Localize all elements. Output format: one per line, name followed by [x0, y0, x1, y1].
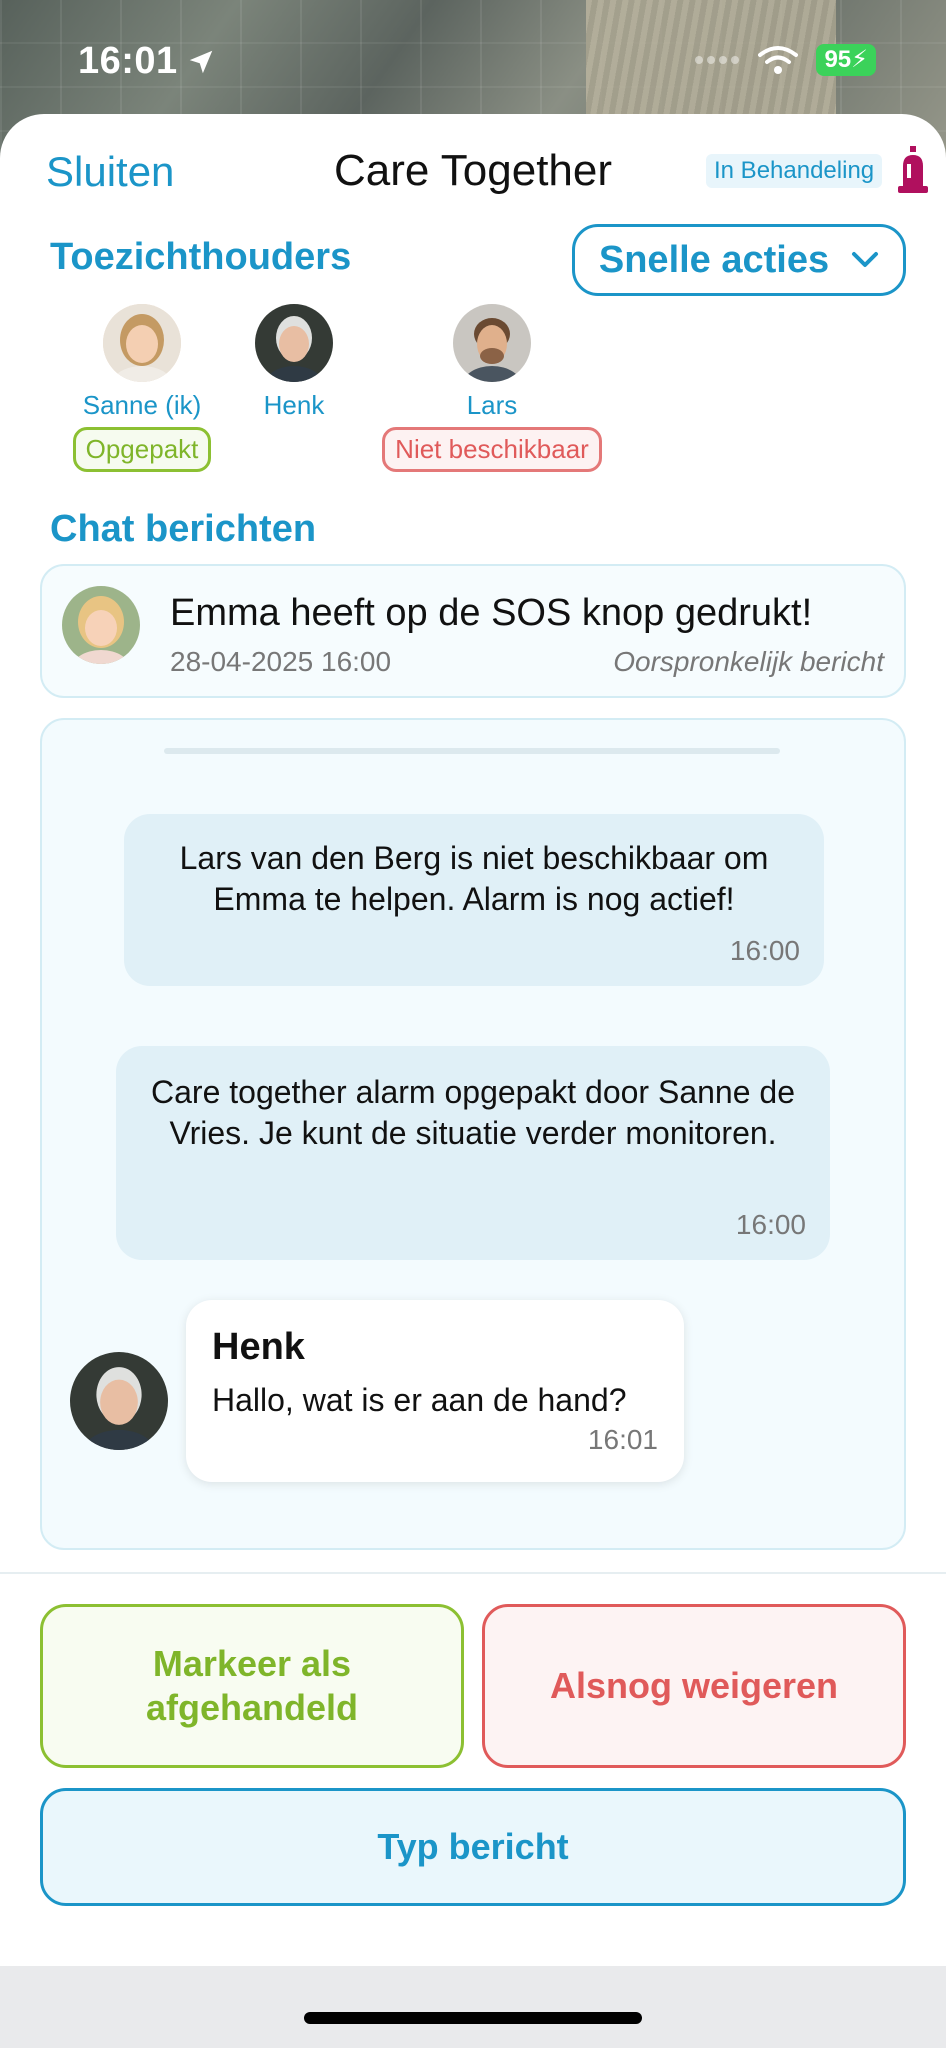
- siren-icon: [898, 146, 928, 193]
- message-sender: Henk: [212, 1326, 305, 1368]
- type-message-button[interactable]: Typ bericht: [40, 1788, 906, 1906]
- original-message-text: Emma heeft op de SOS knop gedrukt!: [170, 592, 813, 634]
- caretaker-name: Lars: [466, 390, 518, 420]
- signal-dots-icon: [695, 56, 740, 64]
- caretaker-status-badge: Niet beschikbaar: [382, 427, 602, 472]
- caretaker-henk[interactable]: Henk: [184, 304, 404, 421]
- avatar: [255, 304, 333, 382]
- wifi-icon: [758, 46, 799, 74]
- home-indicator: [304, 2012, 642, 2024]
- system-message: Lars van den Berg is niet beschikbaar om…: [124, 814, 824, 986]
- status-bar-indicators: 95⚡: [694, 44, 876, 76]
- status-badge: In Behandeling: [706, 154, 883, 188]
- system-message-text: Lars van den Berg is niet beschikbaar om…: [179, 840, 769, 917]
- caretaker-status-badge: Opgepakt: [72, 427, 212, 472]
- battery-indicator: 95⚡: [816, 44, 876, 76]
- avatar: [62, 586, 140, 664]
- avatar: [453, 304, 531, 382]
- message-time: 16:00: [735, 1209, 806, 1240]
- user-message: Henk Hallo, wat is er aan de hand? 16:01: [186, 1300, 684, 1482]
- chat-title: Chat berichten: [50, 508, 317, 550]
- caretaker-name: Henk: [263, 390, 325, 420]
- message-time: 16:01: [587, 1424, 658, 1455]
- original-message-label: Oorspronkelijk bericht: [613, 646, 884, 677]
- status-bar-time: 16:01: [78, 40, 216, 83]
- original-message-card: Emma heeft op de SOS knop gedrukt! 28-04…: [40, 564, 906, 698]
- chat-divider: [164, 748, 780, 754]
- mark-done-button[interactable]: Markeer als afgehandeld: [40, 1604, 464, 1768]
- system-message: Care together alarm opgepakt door Sanne …: [116, 1046, 830, 1260]
- caretaker-lars[interactable]: Lars Niet beschikbaar: [382, 304, 602, 472]
- divider: [0, 1572, 946, 1574]
- mark-done-label: Markeer als afgehandeld: [145, 1643, 359, 1728]
- location-arrow-icon: [189, 50, 212, 73]
- original-message-date: 28-04-2025 16:00: [170, 646, 392, 677]
- battery-level: 95: [824, 46, 852, 73]
- system-message-text: Care together alarm opgepakt door Sanne …: [151, 1074, 795, 1151]
- quick-actions-label: Snelle acties: [598, 238, 830, 281]
- quick-actions-button[interactable]: Snelle acties: [572, 224, 906, 296]
- chevron-down-icon: [852, 252, 879, 267]
- message-text: Hallo, wat is er aan de hand?: [212, 1382, 627, 1418]
- refuse-label: Alsnog weigeren: [549, 1665, 839, 1706]
- type-message-label: Typ bericht: [377, 1826, 569, 1867]
- avatar: [70, 1352, 168, 1450]
- message-time: 16:00: [729, 935, 800, 966]
- status-time-text: 16:01: [78, 40, 178, 82]
- refuse-button[interactable]: Alsnog weigeren: [482, 1604, 906, 1768]
- caretakers-title: Toezichthouders: [50, 236, 352, 278]
- charging-bolt-icon: ⚡: [851, 46, 868, 73]
- avatar: [103, 304, 181, 382]
